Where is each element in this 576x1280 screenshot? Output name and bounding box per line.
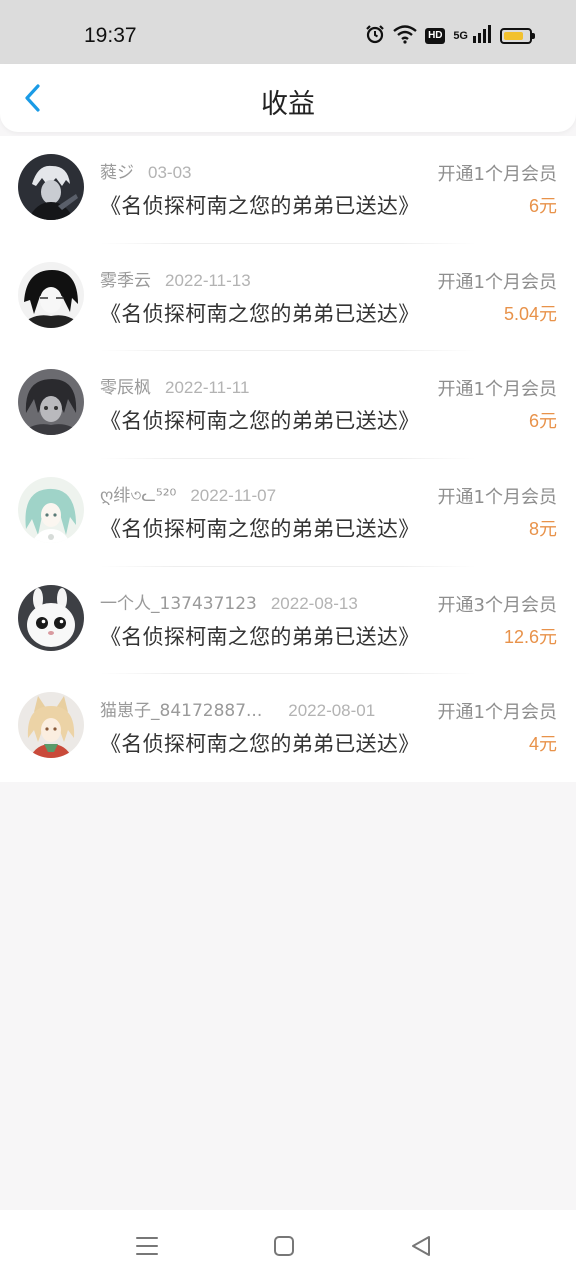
- book-title: 《名侦探柯南之您的弟弟已送达》: [100, 732, 420, 757]
- book-title: 《名侦探柯南之您的弟弟已送达》: [100, 409, 420, 434]
- earning-item[interactable]: 蕤ジ 03-03 《名侦探柯南之您的弟弟已送达》 开通1个月会员 6元: [0, 136, 576, 244]
- menu-icon: [136, 1237, 158, 1255]
- name-row: 蕤ジ 03-03: [100, 158, 191, 183]
- alarm-icon: [365, 24, 385, 48]
- user-name: 猫崽子_84172887...: [100, 701, 263, 722]
- amount: 12.6元: [503, 626, 557, 647]
- avatar: [18, 477, 84, 544]
- amount: 4元: [528, 734, 557, 755]
- status-time: 19:37: [84, 24, 137, 47]
- header: 收益: [0, 64, 576, 132]
- earning-item[interactable]: 雾季云 2022-11-13 《名侦探柯南之您的弟弟已送达》 开通1个月会员 5.…: [0, 244, 576, 352]
- action-label: 开通1个月会员: [437, 271, 557, 293]
- battery-level: [504, 32, 523, 40]
- earnings-list: 蕤ジ 03-03 《名侦探柯南之您的弟弟已送达》 开通1个月会员 6元 雾季云 20…: [0, 136, 576, 783]
- name-row: 猫崽子_84172887... 2022-08-01: [100, 696, 375, 721]
- network-type-label: 5G: [453, 30, 468, 42]
- avatar: [18, 692, 84, 759]
- date: 2022-11-13: [165, 270, 251, 290]
- avatar: [18, 369, 84, 436]
- signal-icon: [472, 25, 492, 47]
- user-name: 一个人_137437123: [100, 593, 257, 614]
- status-icons: HD 5G: [365, 22, 535, 50]
- avatar: [18, 154, 84, 220]
- amount: 5.04元: [503, 303, 557, 324]
- amount: 6元: [528, 196, 557, 216]
- amount: 6元: [528, 411, 557, 432]
- earning-item[interactable]: 猫崽子_84172887... 2022-08-01 《名侦探柯南之您的弟弟已送达…: [0, 674, 576, 782]
- avatar: [18, 584, 84, 651]
- date: 2022-11-11: [165, 378, 250, 398]
- date: 2022-08-01: [288, 701, 376, 721]
- book-title: 《名侦探柯南之您的弟弟已送达》: [100, 301, 420, 326]
- hd-badge: HD: [425, 28, 446, 44]
- user-name: ღ绯৩ᓚ⁵²⁰: [100, 486, 177, 507]
- name-row: 零辰枫 2022-11-11: [100, 373, 249, 398]
- system-back-button[interactable]: [408, 1232, 436, 1260]
- status-bar: 19:37 HD 5G: [0, 0, 576, 64]
- page-title: 收益: [261, 89, 315, 120]
- book-title: 《名侦探柯南之您的弟弟已送达》: [100, 194, 420, 218]
- menu-button[interactable]: [133, 1232, 161, 1260]
- system-nav-bar: [0, 1210, 576, 1280]
- action-label: 开通1个月会员: [437, 487, 557, 509]
- earning-item[interactable]: ღ绯৩ᓚ⁵²⁰ 2022-11-07 《名侦探柯南之您的弟弟已送达》 开通1个月会…: [0, 459, 576, 567]
- date: 03-03: [148, 163, 192, 182]
- earning-item[interactable]: 一个人_137437123 2022-08-13 《名侦探柯南之您的弟弟已送达》 …: [0, 567, 576, 675]
- home-button[interactable]: [270, 1232, 298, 1260]
- avatar: [18, 261, 84, 328]
- home-square-icon: [274, 1236, 294, 1256]
- book-title: 《名侦探柯南之您的弟弟已送达》: [100, 624, 420, 649]
- wifi-icon: [393, 24, 418, 48]
- date: 2022-08-13: [270, 593, 358, 613]
- name-row: 一个人_137437123 2022-08-13: [100, 589, 358, 614]
- back-triangle-icon: [412, 1236, 430, 1256]
- earning-item[interactable]: 零辰枫 2022-11-11 《名侦探柯南之您的弟弟已送达》 开通1个月会员 6元: [0, 351, 576, 460]
- date: 2022-11-07: [190, 486, 277, 506]
- name-row: ღ绯৩ᓚ⁵²⁰ 2022-11-07: [100, 481, 276, 511]
- name-row: 雾季云 2022-11-13: [100, 266, 251, 291]
- user-name: 雾季云: [100, 270, 151, 291]
- action-label: 开通1个月会员: [437, 164, 557, 185]
- action-label: 开通1个月会员: [437, 379, 557, 401]
- amount: 8元: [528, 519, 557, 540]
- book-title: 《名侦探柯南之您的弟弟已送达》: [100, 517, 420, 542]
- action-label: 开通1个月会员: [437, 702, 557, 724]
- action-label: 开通3个月会员: [437, 594, 557, 616]
- user-name: 蕤ジ: [100, 163, 134, 183]
- user-name: 零辰枫: [100, 378, 151, 399]
- battery-icon: [500, 28, 535, 44]
